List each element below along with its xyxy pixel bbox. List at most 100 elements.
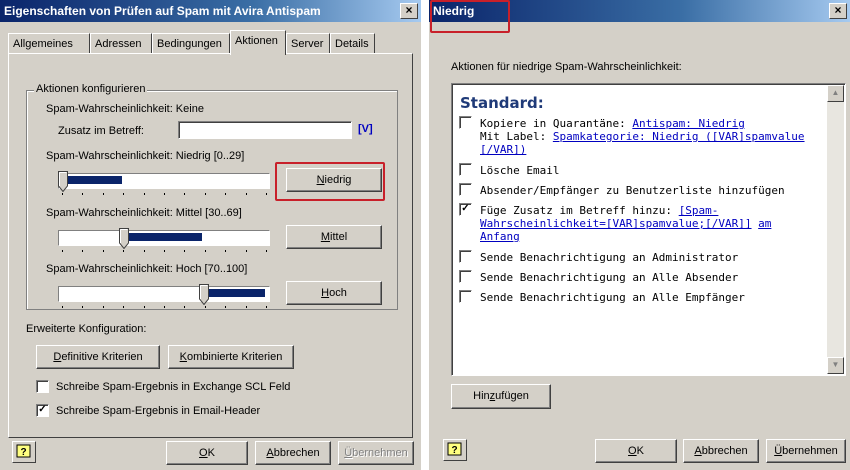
slider-tick bbox=[245, 250, 247, 252]
uebernehmen-button-label: bernehmen bbox=[352, 447, 408, 459]
userlist-checkbox[interactable] bbox=[459, 183, 472, 196]
scroll-down-icon[interactable]: ▼ bbox=[827, 357, 844, 374]
item-text: Mit Label: bbox=[480, 130, 553, 143]
slider-tick bbox=[102, 306, 104, 308]
subject-tag-checkbox[interactable]: ✓ bbox=[459, 203, 472, 216]
slider-tick bbox=[184, 250, 186, 252]
slider-tick bbox=[266, 250, 267, 252]
tab-aktionen[interactable]: Aktionen bbox=[230, 30, 286, 55]
niedrig-title-bar[interactable]: Niedrig × bbox=[429, 0, 850, 22]
ok-button[interactable]: OK bbox=[595, 439, 677, 463]
slider-tick bbox=[225, 250, 227, 252]
slider-tick bbox=[143, 193, 145, 195]
slider-thumb[interactable] bbox=[118, 228, 129, 249]
slider-thumb[interactable] bbox=[58, 171, 68, 192]
kombinierte-kriterien-button[interactable]: Kombinierte Kriterien bbox=[168, 345, 294, 369]
tab-bedingungen[interactable]: Bedingungen bbox=[152, 33, 230, 54]
niedrig-button-label: iedrig bbox=[324, 174, 352, 186]
actions-list[interactable]: Standard: Kopiere in Quarantäne: Antispa… bbox=[451, 83, 846, 376]
slider-tick bbox=[225, 193, 227, 195]
uebernehmen-button: Übernehmen bbox=[338, 441, 414, 465]
mittel-slider[interactable] bbox=[58, 228, 270, 256]
scroll-up-icon[interactable]: ▲ bbox=[827, 85, 844, 102]
position-link-continued[interactable]: Anfang bbox=[480, 230, 520, 243]
mittel-button[interactable]: Mittel bbox=[286, 225, 382, 249]
spam-keine-label: Spam-Wahrscheinlichkeit: Keine bbox=[46, 103, 204, 115]
subject-tag-link[interactable]: [Spam- bbox=[679, 204, 719, 217]
close-icon[interactable]: × bbox=[400, 3, 418, 19]
slider-tick bbox=[82, 193, 84, 195]
hinzufuegen-button[interactable]: Hinzufügen bbox=[451, 384, 551, 409]
slider-thumb[interactable] bbox=[199, 284, 210, 305]
hoch-button-label: och bbox=[329, 287, 347, 299]
abbrechen-button[interactable]: Abbrechen bbox=[255, 441, 331, 465]
tab-details[interactable]: Details bbox=[330, 33, 375, 54]
slider-tick bbox=[225, 306, 227, 308]
hoch-button[interactable]: Hoch bbox=[286, 281, 382, 305]
slider-ticks bbox=[62, 193, 267, 197]
niedrig-button[interactable]: Niedrig bbox=[286, 168, 382, 192]
slider-tick bbox=[123, 193, 125, 195]
tab-allgemeines[interactable]: Allgemeines bbox=[8, 33, 90, 54]
quarantine-link[interactable]: Antispam: Niedrig bbox=[632, 117, 745, 130]
slider-tick bbox=[62, 306, 63, 308]
tab-server[interactable]: Server bbox=[286, 33, 330, 54]
header-checkbox-label: Schreibe Spam-Ergebnis in Email-Header bbox=[56, 405, 261, 417]
slider-tick bbox=[245, 193, 247, 195]
definitive-button-label: efinitive Kriterien bbox=[61, 351, 143, 363]
ok-button-label: K bbox=[207, 447, 215, 459]
kombinierte-button-label: ombinierte Kriterien bbox=[186, 351, 283, 363]
slider-tick bbox=[62, 250, 63, 252]
subject-tag-link-continued[interactable]: Wahrscheinlichkeit=[VAR]spamvalue;[/VAR]… bbox=[480, 217, 752, 230]
var-button[interactable]: [V] bbox=[358, 123, 373, 135]
list-title: Standard: bbox=[460, 94, 544, 112]
slider-ticks bbox=[62, 306, 267, 310]
definitive-kriterien-button[interactable]: Definitive Kriterien bbox=[36, 345, 160, 369]
niedrig-title: Niedrig bbox=[433, 4, 475, 18]
notify-admin-checkbox[interactable] bbox=[459, 250, 472, 263]
niedrig-slider[interactable] bbox=[58, 171, 270, 199]
ok-button-label: K bbox=[636, 445, 644, 457]
help-icon[interactable]: ? bbox=[12, 441, 36, 463]
tab-adressen[interactable]: Adressen bbox=[90, 33, 152, 54]
label-link[interactable]: Spamkategorie: Niedrig ([VAR]spamvalue bbox=[553, 130, 805, 143]
scl-checkbox-label: Schreibe Spam-Ergebnis in Exchange SCL F… bbox=[56, 381, 291, 393]
help-icon[interactable]: ? bbox=[443, 439, 467, 461]
slider-range bbox=[204, 289, 265, 297]
slider-tick bbox=[164, 306, 165, 308]
svg-text:?: ? bbox=[20, 447, 26, 458]
ok-button[interactable]: OK bbox=[166, 441, 248, 465]
actions-heading: Aktionen für niedrige Spam-Wahrscheinlic… bbox=[451, 61, 682, 73]
slider-tick bbox=[82, 250, 84, 252]
groupbox-title: Aktionen konfigurieren bbox=[34, 83, 148, 95]
delete-email-checkbox[interactable] bbox=[459, 163, 472, 176]
position-link[interactable]: am bbox=[758, 217, 771, 230]
svg-text:?: ? bbox=[451, 445, 457, 456]
slider-tick bbox=[123, 306, 125, 308]
properties-title-bar[interactable]: Eigenschaften von Prüfen auf Spam mit Av… bbox=[0, 0, 421, 22]
close-icon[interactable]: × bbox=[829, 3, 847, 19]
scl-checkbox[interactable] bbox=[36, 380, 49, 393]
list-item: Kopiere in Quarantäne: Antispam: Niedrig… bbox=[480, 117, 805, 156]
list-item: Sende Benachrichtigung an Administrator bbox=[480, 251, 739, 264]
uebernehmen-button[interactable]: Übernehmen bbox=[766, 439, 846, 463]
slider-tick bbox=[123, 250, 125, 252]
abbrechen-button[interactable]: Abbrechen bbox=[683, 439, 759, 463]
notify-recipients-checkbox[interactable] bbox=[459, 290, 472, 303]
list-item: Lösche Email bbox=[480, 164, 560, 177]
slider-tick bbox=[266, 306, 267, 308]
header-checkbox[interactable]: ✓ bbox=[36, 404, 49, 417]
notify-senders-checkbox[interactable] bbox=[459, 270, 472, 283]
properties-title: Eigenschaften von Prüfen auf Spam mit Av… bbox=[4, 4, 321, 18]
slider-tick bbox=[62, 193, 63, 195]
slider-ticks bbox=[62, 250, 267, 254]
quarantine-checkbox[interactable] bbox=[459, 116, 472, 129]
zusatz-input[interactable] bbox=[178, 121, 352, 139]
slider-tick bbox=[102, 250, 104, 252]
hoch-slider[interactable] bbox=[58, 284, 270, 312]
slider-tick bbox=[184, 193, 186, 195]
list-scrollbar[interactable]: ▲ ▼ bbox=[827, 85, 844, 374]
list-item: Sende Benachrichtigung an Alle Absender bbox=[480, 271, 739, 284]
label-link-continued[interactable]: [/VAR]) bbox=[480, 143, 526, 156]
slider-tick bbox=[204, 193, 206, 195]
